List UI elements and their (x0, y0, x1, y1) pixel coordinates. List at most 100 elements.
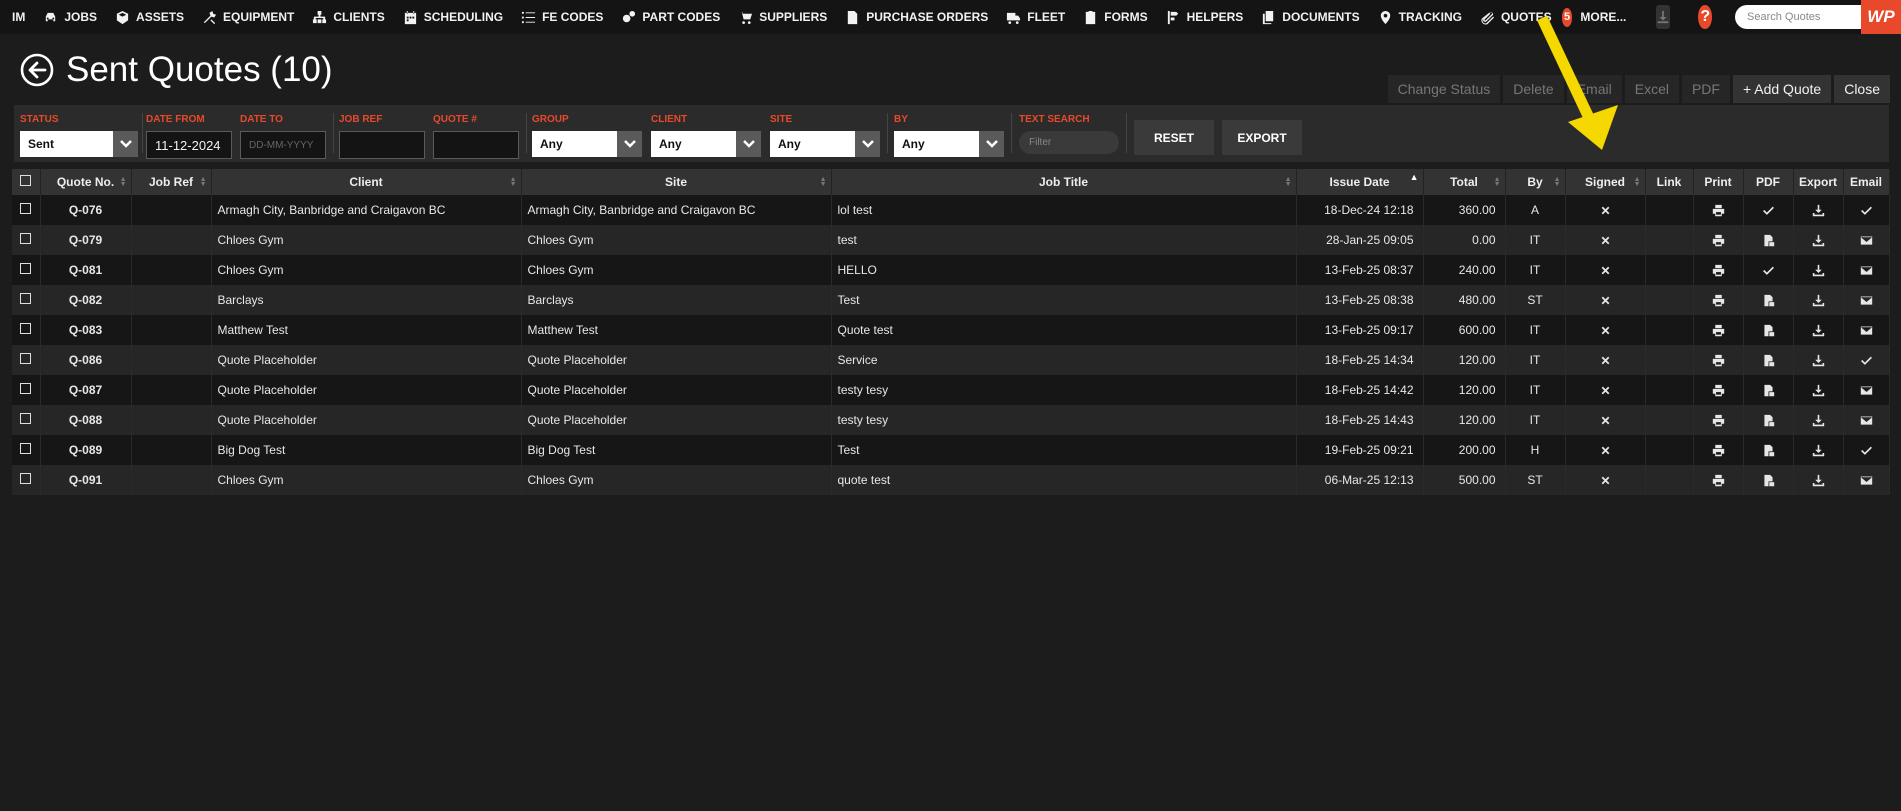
column-header-print[interactable]: Print (1693, 169, 1744, 195)
export-cell[interactable] (1793, 465, 1844, 495)
select-all-checkbox-cell[interactable] (12, 169, 41, 195)
pdf-cell[interactable] (1743, 465, 1794, 495)
table-row[interactable]: Q-079 Chloes Gym Chloes Gym test 28-Jan-25 0… (12, 225, 1890, 255)
reset-button[interactable]: RESET (1134, 120, 1214, 155)
row-checkbox-cell[interactable] (12, 405, 41, 435)
table-row[interactable]: Q-082 Barclays Barclays Test 13-Feb-25 08:38… (12, 285, 1890, 315)
action-pdf-button[interactable]: PDF (1681, 75, 1730, 103)
site-select[interactable]: Any (770, 131, 880, 157)
row-checkbox[interactable] (20, 293, 32, 304)
pdf-cell[interactable] (1743, 345, 1794, 375)
print-cell[interactable] (1693, 405, 1744, 435)
email-cell[interactable] (1843, 315, 1890, 345)
pdf-cell[interactable] (1743, 405, 1794, 435)
quote-number-cell[interactable]: Q-087 (40, 375, 132, 405)
quote-number-cell[interactable]: Q-089 (40, 435, 132, 465)
table-row[interactable]: Q-091 Chloes Gym Chloes Gym quote test 06-Ma… (12, 465, 1890, 495)
pdf-cell[interactable] (1743, 375, 1794, 405)
action-excel-button[interactable]: Excel (1624, 75, 1679, 103)
job-ref-input[interactable] (339, 131, 425, 159)
export-cell[interactable] (1793, 315, 1844, 345)
nav-item-clients[interactable]: CLIENTS (304, 0, 394, 34)
nav-item-forms[interactable]: FORMS (1075, 0, 1157, 34)
table-row[interactable]: Q-083 Matthew Test Matthew Test Quote test 1… (12, 315, 1890, 345)
quote-no-input[interactable] (433, 131, 519, 159)
nav-item-purchase-orders[interactable]: PURCHASE ORDERS (837, 0, 998, 34)
email-cell[interactable] (1843, 375, 1890, 405)
nav-item-im[interactable]: IM (0, 0, 35, 34)
nav-item-tracking[interactable]: TRACKING (1370, 0, 1472, 34)
print-cell[interactable] (1693, 255, 1744, 285)
print-cell[interactable] (1693, 225, 1744, 255)
column-header-by[interactable]: By ▲ ▼ (1505, 169, 1566, 195)
print-cell[interactable] (1693, 375, 1744, 405)
row-checkbox-cell[interactable] (12, 315, 41, 345)
export-cell[interactable] (1793, 225, 1844, 255)
print-cell[interactable] (1693, 345, 1744, 375)
email-cell[interactable] (1843, 435, 1890, 465)
download-icon[interactable] (1656, 5, 1671, 29)
row-checkbox-cell[interactable] (12, 435, 41, 465)
column-header-job-title[interactable]: Job Title ▲ ▼ (831, 169, 1297, 195)
date-to-input[interactable]: DD-MM-YYYY (240, 131, 326, 159)
action-change-status-button[interactable]: Change Status (1387, 75, 1501, 103)
quote-number-cell[interactable]: Q-079 (40, 225, 132, 255)
print-cell[interactable] (1693, 195, 1744, 225)
table-row[interactable]: Q-087 Quote Placeholder Quote Placeholder t… (12, 375, 1890, 405)
export-cell[interactable] (1793, 195, 1844, 225)
column-header-export[interactable]: Export (1793, 169, 1844, 195)
print-cell[interactable] (1693, 435, 1744, 465)
export-cell[interactable] (1793, 255, 1844, 285)
quote-number-cell[interactable]: Q-088 (40, 405, 132, 435)
quote-number-cell[interactable]: Q-083 (40, 315, 132, 345)
table-row[interactable]: Q-088 Quote Placeholder Quote Placeholder t… (12, 405, 1890, 435)
date-from-input[interactable]: 11-12-2024 (146, 131, 232, 159)
quote-number-cell[interactable]: Q-076 (40, 195, 132, 225)
table-row[interactable]: Q-086 Quote Placeholder Quote Placeholder S… (12, 345, 1890, 375)
export-cell[interactable] (1793, 405, 1844, 435)
column-header-quote-no[interactable]: Quote No. ▲ ▼ (40, 169, 132, 195)
row-checkbox-cell[interactable] (12, 195, 41, 225)
column-header-signed[interactable]: Signed ▲ ▼ (1565, 169, 1646, 195)
export-cell[interactable] (1793, 435, 1844, 465)
row-checkbox-cell[interactable] (12, 285, 41, 315)
export-cell[interactable] (1793, 345, 1844, 375)
nav-item-jobs[interactable]: JOBS (35, 0, 107, 34)
email-cell[interactable] (1843, 225, 1890, 255)
row-checkbox-cell[interactable] (12, 255, 41, 285)
row-checkbox-cell[interactable] (12, 345, 41, 375)
quote-number-cell[interactable]: Q-091 (40, 465, 132, 495)
row-checkbox[interactable] (20, 233, 32, 244)
nav-item-documents[interactable]: DOCUMENTS (1253, 0, 1369, 34)
print-cell[interactable] (1693, 285, 1744, 315)
app-logo[interactable]: WP (1861, 0, 1901, 34)
by-select[interactable]: Any (894, 131, 1004, 157)
help-icon[interactable]: ? (1698, 5, 1712, 29)
status-select[interactable]: Sent (20, 131, 138, 157)
row-checkbox[interactable] (20, 473, 32, 484)
column-header-issue-date[interactable]: Issue Date ▲ (1296, 169, 1424, 195)
export-cell[interactable] (1793, 375, 1844, 405)
pdf-cell[interactable] (1743, 255, 1794, 285)
row-checkbox-cell[interactable] (12, 465, 41, 495)
pdf-cell[interactable] (1743, 285, 1794, 315)
select-all-checkbox[interactable] (20, 175, 32, 186)
print-cell[interactable] (1693, 465, 1744, 495)
column-header-total[interactable]: Total ▲ ▼ (1423, 169, 1506, 195)
client-select[interactable]: Any (651, 131, 761, 157)
row-checkbox-cell[interactable] (12, 225, 41, 255)
nav-item-helpers[interactable]: HELPERS (1158, 0, 1254, 34)
row-checkbox[interactable] (20, 263, 32, 274)
nav-item-equipment[interactable]: EQUIPMENT (194, 0, 304, 34)
row-checkbox-cell[interactable] (12, 375, 41, 405)
table-row[interactable]: Q-076 Armagh City, Banbridge and Craigavo… (12, 195, 1890, 225)
quote-number-cell[interactable]: Q-086 (40, 345, 132, 375)
column-header-email[interactable]: Email (1843, 169, 1890, 195)
table-row[interactable]: Q-089 Big Dog Test Big Dog Test Test 19-Feb-… (12, 435, 1890, 465)
pdf-cell[interactable] (1743, 435, 1794, 465)
row-checkbox[interactable] (20, 413, 32, 424)
table-row[interactable]: Q-081 Chloes Gym Chloes Gym HELLO 13-Feb-25 … (12, 255, 1890, 285)
pdf-cell[interactable] (1743, 195, 1794, 225)
email-cell[interactable] (1843, 405, 1890, 435)
quote-number-cell[interactable]: Q-082 (40, 285, 132, 315)
